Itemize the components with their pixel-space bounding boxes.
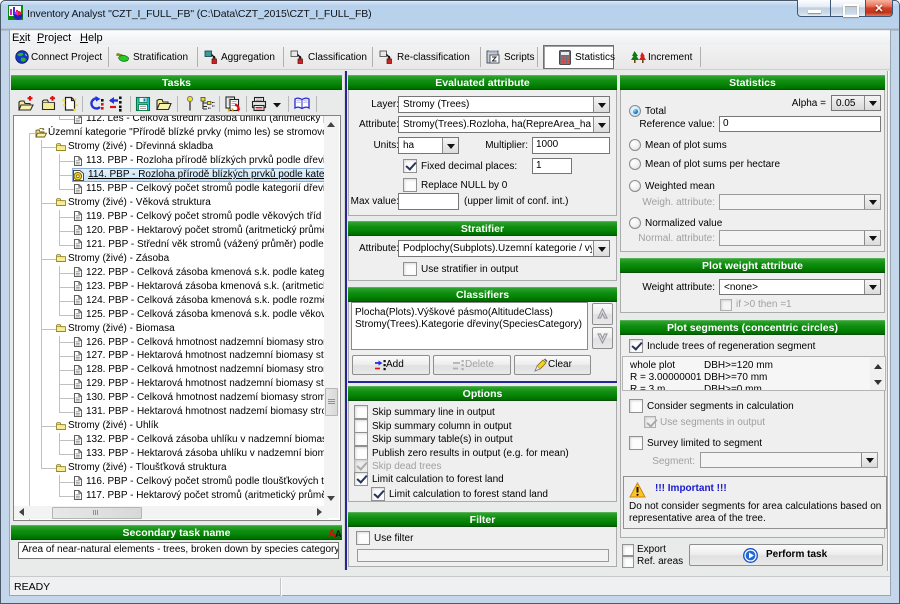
svg-text:A: A xyxy=(335,529,342,539)
